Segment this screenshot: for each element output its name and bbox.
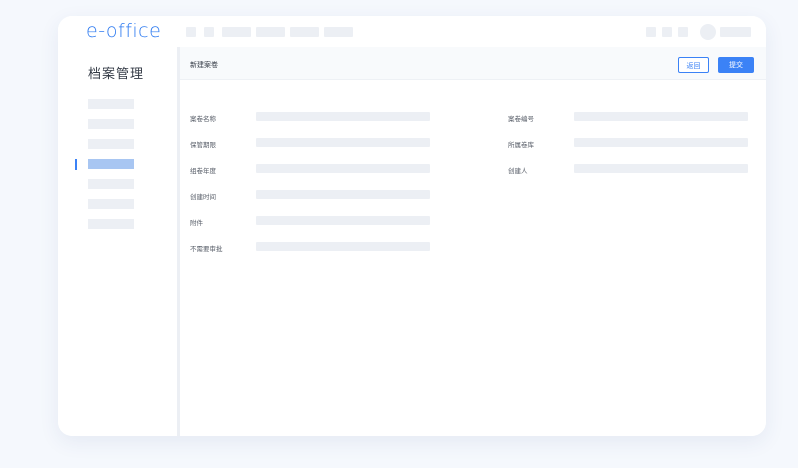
- archive-name-input[interactable]: [256, 112, 430, 121]
- sidebar-item-7[interactable]: [88, 219, 134, 229]
- field-label-archive-number: 案卷编号: [508, 115, 534, 123]
- top-tool-icon-3[interactable]: [678, 27, 688, 37]
- app-logo: e-office: [86, 20, 162, 42]
- page-title: 新建案卷: [190, 61, 218, 69]
- archive-number-input[interactable]: [574, 112, 748, 121]
- main-panel: 新建案卷 返回 提交 案卷名称 保管期限 组卷年度 创建时间 附件 不需要审批 …: [180, 47, 766, 436]
- avatar[interactable]: [700, 24, 716, 40]
- top-nav-item-1[interactable]: [186, 27, 196, 37]
- retention-period-input[interactable]: [256, 138, 430, 147]
- user-name-placeholder[interactable]: [720, 27, 751, 37]
- archive-library-input[interactable]: [574, 138, 748, 147]
- no-approval-input[interactable]: [256, 242, 430, 251]
- volume-year-input[interactable]: [256, 164, 430, 173]
- top-nav-item-3[interactable]: [222, 27, 251, 37]
- app-window: e-office 档案管理 新建案卷 返回 提交 案卷名称 保管期限 组卷年度 …: [58, 16, 766, 436]
- sidebar-item-2[interactable]: [88, 119, 134, 129]
- active-indicator: [75, 159, 77, 170]
- sidebar-item-4-active[interactable]: [88, 159, 134, 169]
- top-nav-item-6[interactable]: [324, 27, 353, 37]
- field-label-retention-period: 保管期限: [190, 141, 216, 149]
- top-nav-item-5[interactable]: [290, 27, 319, 37]
- sidebar-item-3[interactable]: [88, 139, 134, 149]
- field-label-no-approval: 不需要审批: [190, 245, 223, 253]
- sidebar-item-6[interactable]: [88, 199, 134, 209]
- top-nav-item-4[interactable]: [256, 27, 285, 37]
- submit-button[interactable]: 提交: [718, 57, 754, 73]
- top-tool-icon-1[interactable]: [646, 27, 656, 37]
- back-button[interactable]: 返回: [678, 57, 709, 73]
- field-label-archive-name: 案卷名称: [190, 115, 216, 123]
- creator-input[interactable]: [574, 164, 748, 173]
- top-bar: e-office: [58, 16, 766, 47]
- sidebar-item-1[interactable]: [88, 99, 134, 109]
- field-label-volume-year: 组卷年度: [190, 167, 216, 175]
- field-label-attachment: 附件: [190, 219, 203, 227]
- sidebar-item-5[interactable]: [88, 179, 134, 189]
- panel-header: 新建案卷 返回 提交: [180, 47, 766, 80]
- module-title: 档案管理: [88, 67, 145, 82]
- sidebar: 档案管理: [58, 47, 180, 436]
- top-tool-icon-2[interactable]: [662, 27, 672, 37]
- field-label-archive-library: 所属卷库: [508, 141, 534, 149]
- attachment-input[interactable]: [256, 216, 430, 225]
- created-time-input[interactable]: [256, 190, 430, 199]
- top-nav-item-2[interactable]: [204, 27, 214, 37]
- field-label-creator: 创建人: [508, 167, 528, 175]
- field-label-created-time: 创建时间: [190, 193, 216, 201]
